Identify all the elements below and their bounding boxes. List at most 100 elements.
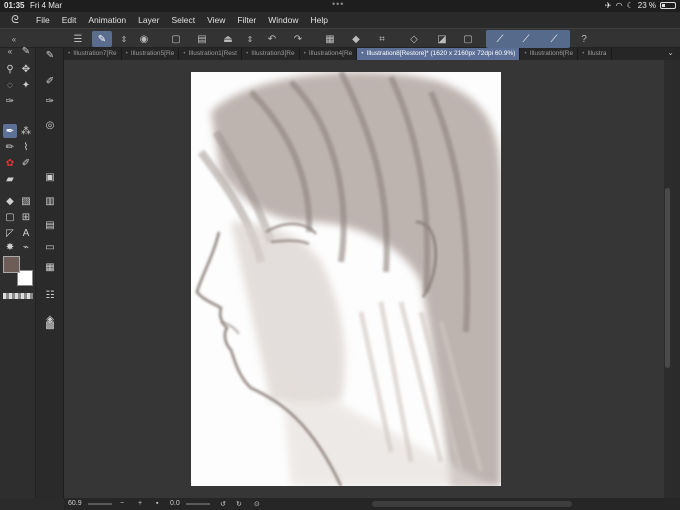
rotation-slider[interactable]	[186, 503, 210, 505]
ruler-icon[interactable]: ◸	[3, 226, 17, 240]
color-wheel-icon[interactable]: ▣	[43, 170, 57, 184]
undo-icon[interactable]: ↶	[262, 31, 282, 47]
intermediate-color-icon[interactable]: ▤	[43, 218, 57, 232]
document-tab[interactable]: • Illustration6[Re	[520, 48, 579, 60]
reset-rotation-icon[interactable]: ⊙	[254, 500, 260, 508]
save-stepper-icon[interactable]: ⇕	[240, 31, 260, 47]
brush-size-icon[interactable]: ✑	[43, 94, 57, 108]
invert-selection-icon[interactable]: ◪	[432, 31, 452, 47]
rotate-left-icon[interactable]: ↺	[220, 500, 226, 508]
zoom-icon[interactable]: ⚲	[3, 62, 17, 76]
deselect-icon[interactable]: ◇	[404, 31, 424, 47]
main-color-swatch[interactable]	[3, 256, 20, 273]
layer-property-icon[interactable]: ☷	[43, 288, 57, 302]
hamburger-menu-icon[interactable]: ☰	[68, 31, 88, 47]
zoom-value[interactable]: 60.9	[68, 500, 82, 507]
companion-icon[interactable]: ◉	[134, 31, 154, 47]
brush-icon[interactable]: ⌇	[19, 140, 33, 154]
multitask-dots-icon[interactable]: •••	[332, 0, 344, 9]
menu-animation[interactable]: Animation	[82, 15, 132, 25]
correct-line-icon[interactable]: ⌁	[19, 240, 33, 254]
pen-icon[interactable]: ✒	[3, 124, 17, 138]
save-icon[interactable]: ⏏	[218, 31, 238, 47]
tab-close-icon[interactable]: •	[582, 50, 584, 60]
frame-icon[interactable]: ⊞	[19, 210, 33, 224]
navigator-icon[interactable]: ◎	[43, 118, 57, 132]
vertical-scrollbar[interactable]	[664, 60, 672, 498]
status-date: Fri 4 Mar	[30, 1, 62, 10]
spray-icon[interactable]: ⁂	[19, 124, 33, 138]
clear-icon[interactable]: ▦	[320, 31, 340, 47]
color-set-icon[interactable]: ▥	[43, 194, 57, 208]
menu-view[interactable]: View	[201, 15, 231, 25]
document-tab[interactable]: • Illustration1[Rest	[179, 48, 242, 60]
collapse-icon[interactable]: «	[3, 44, 17, 58]
menu-help[interactable]: Help	[304, 15, 333, 25]
menu-select[interactable]: Select	[165, 15, 201, 25]
document-tab[interactable]: • Illustration3[Re	[242, 48, 300, 60]
document-tab[interactable]: • Illustration7[Re	[64, 48, 122, 60]
gradient-icon[interactable]: ▧	[19, 194, 33, 208]
pen-small-icon[interactable]: ✎	[19, 44, 33, 58]
text-icon[interactable]: A	[19, 226, 33, 240]
material-icon[interactable]: ▩	[43, 318, 57, 332]
redo-icon[interactable]: ↷	[288, 31, 308, 47]
decoration-icon[interactable]: ✿	[3, 156, 17, 170]
tab-close-icon[interactable]: •	[361, 50, 363, 60]
drawing-canvas[interactable]	[191, 72, 501, 486]
zoom-out-icon[interactable]: −	[120, 500, 124, 507]
moon-icon: ☾	[626, 1, 634, 10]
menu-file[interactable]: File	[30, 15, 56, 25]
transparent-color-swatch[interactable]	[3, 293, 33, 299]
rotate-right-icon[interactable]: ↻	[236, 500, 242, 508]
tool-property-icon[interactable]: ✐	[43, 74, 57, 88]
magic-wand-icon[interactable]: ✦	[19, 78, 33, 92]
rotation-value[interactable]: 0.0	[170, 500, 180, 507]
figure-icon[interactable]: ▢	[3, 210, 17, 224]
stroke-icon-1[interactable]: ⟋	[490, 31, 510, 47]
menu-window[interactable]: Window	[262, 15, 304, 25]
sub-view-icon[interactable]: ▦	[43, 260, 57, 274]
new-file-icon[interactable]: ▢	[166, 31, 186, 47]
stepper-icon[interactable]: ⇕	[114, 31, 134, 47]
zoom-slider[interactable]	[88, 503, 112, 505]
balloon-icon[interactable]: ✸	[3, 240, 17, 254]
horizontal-scrollbar[interactable]	[372, 501, 572, 507]
pencil-icon[interactable]: ✏	[3, 140, 17, 154]
zoom-in-icon[interactable]: +	[138, 500, 142, 507]
document-tab[interactable]: • Illustra	[578, 48, 612, 60]
lasso-icon[interactable]: ◌	[3, 78, 17, 92]
fill-bucket-icon[interactable]: ◆	[3, 194, 17, 208]
menu-filter[interactable]: Filter	[231, 15, 262, 25]
tab-close-icon[interactable]: •	[183, 50, 185, 60]
quick-access-icon[interactable]: ✎	[92, 31, 112, 47]
tab-close-icon[interactable]: •	[524, 50, 526, 60]
crop-icon[interactable]: ⌗	[372, 31, 392, 47]
canvas-workspace[interactable]	[64, 60, 664, 498]
open-file-icon[interactable]: ▤	[192, 31, 212, 47]
document-tab[interactable]: • Illustration5[Re	[122, 48, 180, 60]
help-icon[interactable]: ?	[574, 31, 594, 47]
tabs-chevron-down-icon[interactable]: ⌄	[667, 48, 674, 57]
app-logo-icon[interactable]: ᘓ	[0, 14, 30, 27]
move-icon[interactable]: ✥	[19, 62, 33, 76]
history-icon[interactable]: ▭	[43, 240, 57, 254]
eyedropper-icon[interactable]: ✑	[3, 94, 17, 108]
tab-close-icon[interactable]: •	[304, 50, 306, 60]
tab-close-icon[interactable]: •	[246, 50, 248, 60]
stroke-icon-3[interactable]: ⟋	[544, 31, 564, 47]
tab-close-icon[interactable]: •	[68, 50, 70, 60]
sub-tool-icon[interactable]: ✎	[43, 48, 57, 62]
stroke-icon-2[interactable]: ⟋	[516, 31, 536, 47]
eraser-icon[interactable]: ▰	[3, 172, 17, 186]
selection-border-icon[interactable]: ▢	[458, 31, 478, 47]
document-tab[interactable]: • Illustration4[Re	[300, 48, 358, 60]
vertical-scroll-thumb[interactable]	[665, 188, 670, 368]
fit-screen-icon[interactable]: ▪	[156, 500, 158, 507]
fill-icon[interactable]: ◆	[346, 31, 366, 47]
document-tab-active[interactable]: • Illustration8[Restore]* (1620 x 2160px …	[357, 48, 521, 60]
menu-layer[interactable]: Layer	[132, 15, 165, 25]
tab-close-icon[interactable]: •	[126, 50, 128, 60]
blend-icon[interactable]: ✐	[19, 156, 33, 170]
menu-edit[interactable]: Edit	[56, 15, 83, 25]
